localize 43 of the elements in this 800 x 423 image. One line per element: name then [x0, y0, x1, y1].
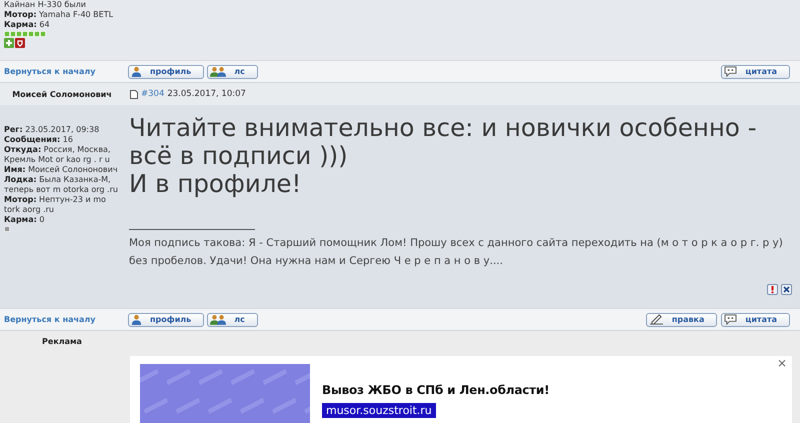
profile-field: Рег: 23.05.2017, 09:38 — [4, 125, 120, 135]
profile-field: Мотор: Нептун-23 и mo tork aorg .ru — [4, 195, 120, 215]
author-name[interactable]: Моисей Соломонович — [4, 90, 120, 98]
ad-title[interactable]: Вывоз ЖБО в СПб и Лен.области! — [322, 383, 550, 397]
profile-field: Мотор: Yamaha F-40 BETL — [4, 10, 120, 20]
pm-button[interactable]: лс — [207, 312, 258, 326]
plus-icon[interactable] — [4, 38, 14, 48]
quote-button[interactable]: цитата — [721, 312, 790, 326]
people-icon — [210, 66, 226, 77]
profile-button[interactable]: профиль — [128, 312, 204, 326]
profile-button[interactable]: профиль — [128, 64, 204, 78]
quote-button[interactable]: цитата — [721, 64, 790, 78]
page-icon — [130, 90, 138, 98]
people-icon — [210, 314, 226, 325]
profile-field: Кайнан Н-330 были — [4, 0, 120, 10]
pm-button[interactable]: лс — [207, 64, 258, 78]
ad-url-link[interactable]: musor.souzstroit.ru — [322, 403, 436, 418]
post-date: 23.05.2017, 10:07 — [167, 89, 246, 99]
profile-field: Лодка: Была Казанка-М, теперь вот m otorka org .ru — [4, 175, 120, 195]
pencil-icon — [648, 314, 664, 325]
shield-icon[interactable] — [15, 38, 25, 48]
report-icon[interactable] — [767, 284, 778, 295]
profile-field: Карма: 64 — [4, 20, 120, 30]
profile-field: Карма: 0 — [4, 215, 120, 225]
edit-button[interactable]: правка — [646, 312, 718, 326]
person-icon — [131, 66, 142, 77]
back-to-top-link[interactable]: Вернуться к началу — [4, 315, 96, 324]
post-text: Читайте внимательно все: и новички особенно - всё в подписи ))) — [129, 114, 758, 170]
person-icon — [131, 314, 142, 325]
post-number-link[interactable]: #304 — [141, 89, 164, 99]
profile-field: Откуда: Россия, Москва, Кремль Mot or kao rg . r u — [4, 145, 120, 165]
karma-bar-icon — [4, 226, 10, 232]
speech-bubble-icon — [724, 66, 738, 77]
profile-field: Имя: Моисей Солононович — [4, 165, 120, 175]
karma-bar-icon — [4, 31, 46, 37]
delete-icon[interactable] — [781, 284, 792, 295]
close-button[interactable]: × — [776, 356, 787, 370]
speech-bubble-icon — [724, 314, 738, 325]
signature-text: Моя подпись такова: Я - Старший помощник Лом! Прошу всех с данного сайта переходить на (м о т о р к а о р г. р у) без пробелов. Удачи! Она нужна нам и Сергею Ч е р е п а н о в у.... — [129, 236, 784, 269]
ad-label: Реклама — [41, 336, 83, 346]
profile-field: Сообщения: 16 — [4, 135, 120, 145]
back-to-top-link[interactable]: Вернуться к началу — [4, 67, 96, 76]
post-text: И в профиле! — [129, 170, 302, 198]
